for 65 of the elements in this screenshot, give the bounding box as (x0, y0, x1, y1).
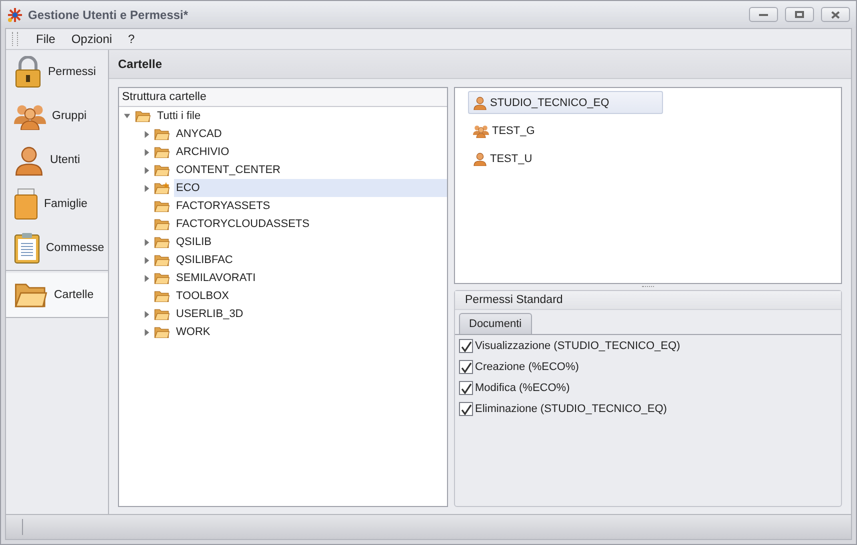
tree-item[interactable]: USERLIB_3D (174, 305, 447, 323)
maximize-icon (795, 11, 804, 18)
navigation-item[interactable]: Famiglie (6, 182, 108, 226)
expand-arrow-icon[interactable] (143, 310, 150, 318)
expand-arrow-icon[interactable] (143, 130, 150, 138)
clipboard-icon (14, 232, 40, 264)
tree-item[interactable]: ECO (174, 179, 447, 197)
expand-arrow-icon[interactable] (143, 256, 150, 264)
checkbox-label: Creazione (%ECO%) (475, 361, 579, 373)
group-icon (473, 124, 489, 138)
maximize-button[interactable] (785, 7, 814, 22)
menu-item[interactable]: Opzioni (63, 32, 120, 46)
navigation-item[interactable]: Gruppi (6, 94, 108, 138)
close-button[interactable] (821, 7, 850, 22)
user-icon (473, 152, 487, 166)
minimize-button[interactable] (749, 7, 778, 22)
minimize-icon (759, 13, 768, 16)
tree-item[interactable]: TOOLBOX (174, 287, 447, 305)
expand-arrow-icon[interactable] (143, 184, 150, 192)
checkbox-label: Modifica (%ECO%) (475, 382, 570, 394)
tree-item[interactable]: CONTENT_CENTER (174, 161, 447, 179)
collapse-arrow-icon[interactable] (124, 112, 131, 120)
app-logo-icon (7, 6, 23, 22)
principal-item[interactable]: STUDIO_TECNICO_EQ (468, 91, 663, 114)
user-icon (473, 96, 487, 110)
tree-item[interactable]: Tutti i file (155, 109, 203, 123)
checkbox[interactable] (459, 339, 473, 353)
navigation-item[interactable]: Permessi (6, 50, 108, 94)
menu-item[interactable]: File (28, 32, 64, 46)
tree-item[interactable]: FACTORYASSETS (174, 197, 447, 215)
user-icon (14, 144, 44, 176)
navigation-item[interactable]: Utenti (6, 138, 108, 182)
checkbox[interactable] (459, 402, 473, 416)
folder-icon (14, 281, 48, 309)
tree-item[interactable]: QSILIBFAC (174, 251, 447, 269)
checkbox[interactable] (459, 381, 473, 395)
section-header: Cartelle (109, 50, 851, 79)
padlock-icon (14, 56, 42, 88)
tab[interactable]: Documenti (459, 313, 532, 334)
window-title: Gestione Utenti e Permessi* (28, 8, 190, 22)
tree-item[interactable]: SEMILAVORATI (174, 269, 447, 287)
folder-icon (135, 110, 151, 122)
expand-arrow-icon[interactable] (143, 328, 150, 336)
tree-item[interactable]: FACTORYCLOUDASSETS (174, 215, 447, 233)
expand-arrow-icon[interactable] (143, 238, 150, 246)
navigation-item[interactable]: Commesse (6, 226, 108, 270)
checkbox-label: Eliminazione (STUDIO_TECNICO_EQ) (475, 403, 667, 415)
tree-item[interactable]: ANYCAD (174, 125, 447, 143)
tree-item[interactable]: QSILIB (174, 233, 447, 251)
checkbox[interactable] (459, 360, 473, 374)
principal-item[interactable]: TEST_G (468, 119, 663, 142)
group-icon (14, 102, 46, 130)
close-icon (831, 10, 840, 18)
principal-item[interactable]: TEST_U (468, 147, 663, 170)
pane-header: Struttura cartelle (119, 88, 447, 107)
menu-item[interactable]: ? (120, 32, 143, 46)
tree-item[interactable]: WORK (174, 323, 447, 341)
checkbox-label: Visualizzazione (STUDIO_TECNICO_EQ) (475, 340, 680, 352)
expand-arrow-icon[interactable] (143, 274, 150, 282)
tree-item[interactable]: ARCHIVIO (174, 143, 447, 161)
navigation-item[interactable]: Cartelle (6, 273, 108, 317)
panel-title: Permessi Standard (455, 291, 841, 310)
expand-arrow-icon[interactable] (143, 166, 150, 174)
expand-arrow-icon[interactable] (143, 148, 150, 156)
folder-binder-icon (14, 188, 38, 220)
